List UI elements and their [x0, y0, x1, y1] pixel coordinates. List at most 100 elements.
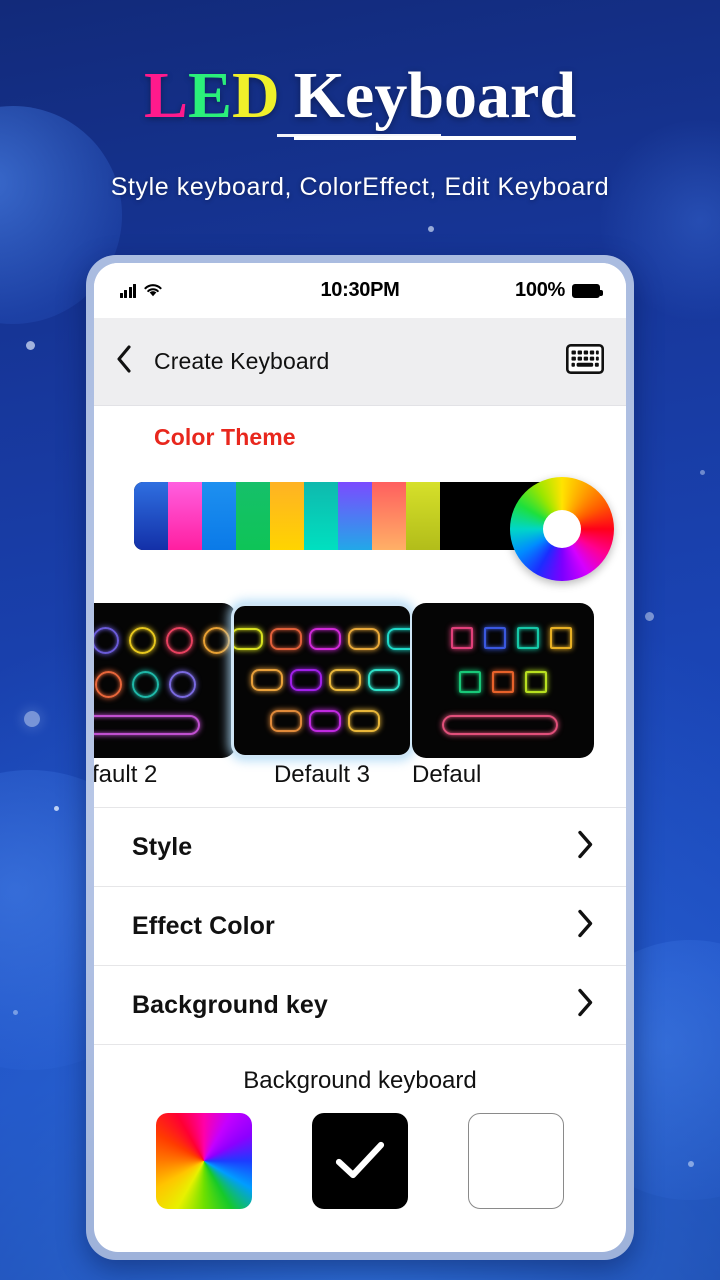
status-bar: 10:30PM 100%	[94, 263, 626, 318]
preset-default-3-key	[348, 628, 380, 650]
preset-default-3-key	[270, 628, 302, 650]
preset-default-4-key	[550, 627, 572, 649]
battery-full-icon	[572, 283, 603, 298]
color-theme-section	[94, 451, 626, 601]
preset-default-3-key	[251, 669, 283, 691]
preset-default-3-row-1	[234, 628, 410, 650]
preset-default-2-key	[132, 671, 159, 698]
preset-default-2-key	[94, 627, 119, 654]
status-bar-time: 10:30PM	[320, 279, 400, 301]
color-wheel-picker[interactable]	[510, 477, 614, 581]
promo-title-underline	[277, 134, 441, 137]
preset-default-2-spacebar	[94, 715, 200, 735]
bokeh-dot-6	[688, 1161, 694, 1167]
menu-background-key[interactable]: Background key	[94, 966, 626, 1045]
color-theme-title: Color Theme	[154, 424, 296, 450]
preset-default-4[interactable]	[412, 603, 594, 758]
preset-default-2-row-3	[94, 715, 200, 735]
keyboard-preset-thumbnails	[94, 603, 626, 761]
preset-default-2-key	[203, 627, 230, 654]
color-swatch-violet[interactable]	[338, 482, 372, 550]
menu-effect-color-label: Effect Color	[132, 911, 275, 940]
preset-default-4-key	[484, 627, 506, 649]
preset-default-3-key	[387, 628, 410, 650]
bokeh-dot-8	[700, 470, 705, 475]
preset-default-3-key	[234, 628, 263, 650]
menu-style[interactable]: Style	[94, 808, 626, 887]
keyboard-icon	[565, 343, 605, 374]
promo-page: LED Keyboard Style keyboard, ColorEffect,…	[0, 0, 720, 1280]
color-swatch-green[interactable]	[236, 482, 270, 550]
color-swatch-teal[interactable]	[304, 482, 338, 550]
color-swatch-coral[interactable]	[372, 482, 406, 550]
bg-none[interactable]	[468, 1113, 564, 1209]
menu-background-key-label: Background key	[132, 990, 328, 1019]
color-swatch-magenta[interactable]	[168, 482, 202, 550]
promo-title-letter-d: D	[232, 59, 280, 132]
preset-default-4-row-3	[442, 715, 558, 735]
chevron-right-icon	[577, 830, 594, 864]
preset-default-3-key	[329, 669, 361, 691]
preset-default-2-key	[169, 671, 196, 698]
bokeh-dot-2	[428, 226, 434, 232]
promo-title-letter-l: L	[143, 59, 188, 132]
preset-default-3-key	[348, 710, 380, 732]
preset-default-3[interactable]	[231, 603, 413, 758]
phone-mockup: 10:30PM 100% Create Keyboard Color Theme…	[86, 255, 634, 1260]
keyboard-toggle-button[interactable]	[565, 343, 605, 379]
preset-default-4-key	[451, 627, 473, 649]
preset-default-3-row-2	[251, 669, 400, 691]
page-title: Create Keyboard	[154, 348, 330, 374]
settings-menu: Style Effect Color Background key	[94, 807, 626, 1045]
keyboard-preset-labels: fault 2 Default 3 Defaul	[94, 761, 626, 807]
color-swatch-blue-gradient[interactable]	[134, 482, 168, 550]
preset-default-3-row-3	[270, 710, 380, 732]
promo-subtitle: Style keyboard, ColorEffect, Edit Keyboa…	[110, 173, 610, 201]
settings-content: Color Theme fault 2 Default 3 Defaul Style…	[94, 406, 626, 1209]
preset-default-4-key	[492, 671, 514, 693]
chevron-right-icon	[577, 988, 594, 1022]
color-swatch-amber[interactable]	[270, 482, 304, 550]
preset-default-2-key	[166, 627, 193, 654]
preset-default-3-key	[270, 710, 302, 732]
preset-default-4-key	[517, 627, 539, 649]
preset-default-2[interactable]	[94, 603, 236, 758]
menu-effect-color[interactable]: Effect Color	[94, 887, 626, 966]
check-icon	[335, 1141, 385, 1179]
bokeh-dot-4	[54, 806, 59, 811]
preset-default-4-row-1	[451, 627, 572, 649]
preset-default-2-key	[95, 671, 122, 698]
color-swatch-azure[interactable]	[202, 482, 236, 550]
chevron-left-icon	[117, 345, 131, 373]
preset-default-2-key	[129, 627, 156, 654]
preset-default-3-label: Default 3	[273, 761, 371, 788]
preset-default-2-label: fault 2	[94, 761, 158, 788]
bg-black[interactable]	[312, 1113, 408, 1209]
bokeh-dot-5	[645, 612, 654, 621]
menu-style-label: Style	[132, 832, 193, 861]
preset-default-4-key	[459, 671, 481, 693]
preset-default-4-spacebar	[442, 715, 558, 735]
preset-default-3-key	[309, 628, 341, 650]
app-bar: Create Keyboard	[94, 318, 626, 406]
promo-title-keyboard: Keyboard	[293, 59, 577, 140]
promo-title-letter-e: E	[187, 59, 233, 132]
preset-default-2-row-1	[94, 627, 230, 654]
background-keyboard-options	[94, 1095, 626, 1209]
preset-default-2-row-2	[95, 671, 196, 698]
back-button[interactable]	[116, 345, 132, 378]
bokeh-dot-3	[24, 711, 40, 727]
bokeh-dot-1	[26, 341, 35, 350]
promo-title: LED Keyboard	[0, 58, 720, 140]
chevron-right-icon	[577, 909, 594, 943]
color-swatch-lime[interactable]	[406, 482, 440, 550]
preset-default-4-label: Defaul	[412, 761, 482, 788]
preset-default-3-key	[368, 669, 400, 691]
bokeh-dot-7	[13, 1010, 18, 1015]
preset-default-4-key	[525, 671, 547, 693]
preset-default-4-row-2	[459, 671, 547, 693]
preset-default-3-key	[309, 710, 341, 732]
phone-screen: 10:30PM 100% Create Keyboard Color Theme…	[94, 263, 626, 1252]
bg-color-wheel[interactable]	[156, 1113, 252, 1209]
preset-default-3-key	[290, 669, 322, 691]
